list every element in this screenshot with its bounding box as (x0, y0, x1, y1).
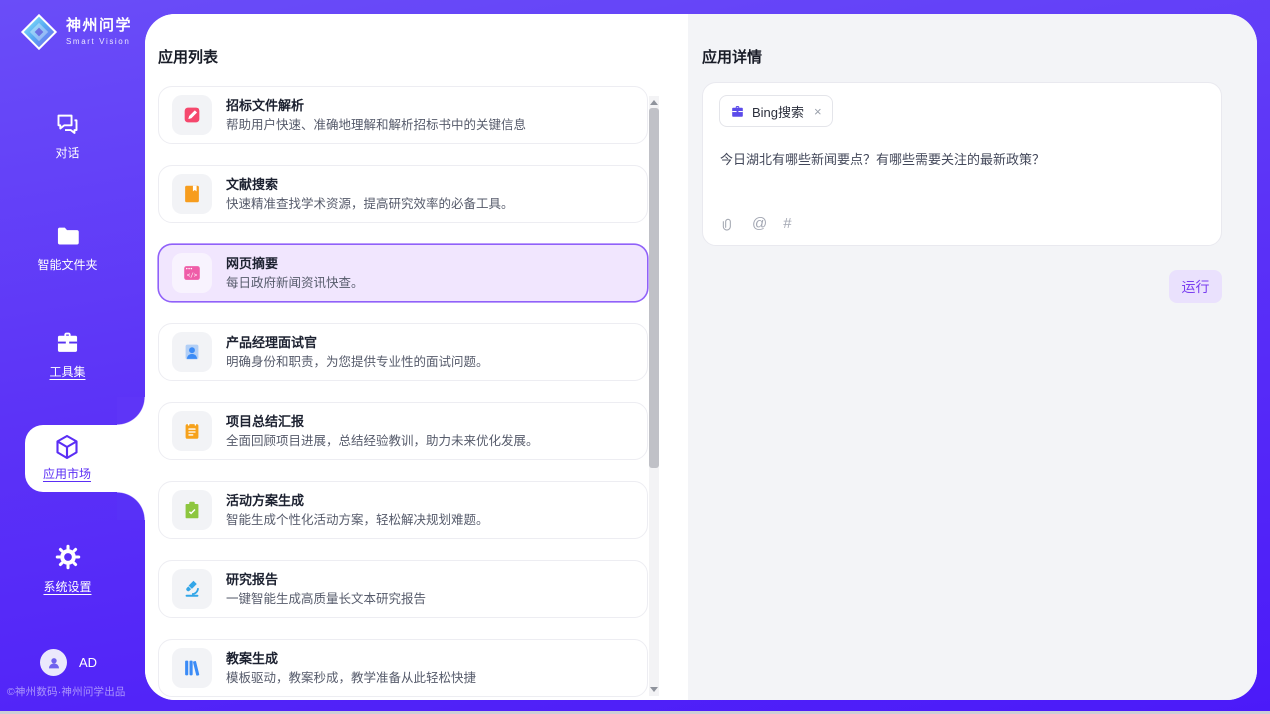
app-name: 教案生成 (226, 652, 476, 665)
app-description: 模板驱动，教案秒成，教学准备从此轻松快捷 (226, 672, 476, 685)
notepad-icon (181, 420, 203, 442)
book-icon (181, 183, 203, 205)
tag-close-icon[interactable]: × (814, 104, 822, 119)
user-account[interactable]: AD (40, 649, 97, 676)
app-description: 全面回顾项目进展，总结经验教训，助力未来优化发展。 (226, 435, 539, 448)
tool-tag-label: Bing搜索 (752, 102, 804, 121)
app-description: 每日政府新闻资讯快查。 (226, 277, 364, 290)
scrollbar-thumb[interactable] (649, 108, 659, 468)
app-description: 智能生成个性化活动方案，轻松解决规划难题。 (226, 514, 489, 527)
hash-icon[interactable]: # (783, 216, 791, 231)
app-card-event-plan[interactable]: 活动方案生成 智能生成个性化活动方案，轻松解决规划难题。 (158, 481, 648, 539)
app-name: 项目总结汇报 (226, 415, 539, 428)
brand-subtitle: Smart Vision (66, 37, 132, 46)
prompt-text[interactable]: 今日湖北有哪些新闻要点？有哪些需要关注的最新政策？ (720, 151, 1200, 169)
app-window: 神州问学 Smart Vision 对话 智能文件夹 工具集 应用市 (0, 0, 1270, 714)
prompt-toolbar: @ # (720, 215, 792, 232)
sidebar-item-app-market[interactable]: 应用市场 (25, 425, 145, 492)
app-icon-tile (172, 174, 212, 214)
run-button[interactable]: 运行 (1169, 270, 1222, 303)
app-card-bid-document-parsing[interactable]: 招标文件解析 帮助用户快速、准确地理解和解析招标书中的关键信息 (158, 86, 648, 144)
sidebar-item-label: 智能文件夹 (37, 256, 97, 273)
mention-icon[interactable]: @ (752, 216, 767, 231)
app-detail-title: 应用详情 (702, 46, 762, 67)
app-list-scrollbar[interactable] (649, 96, 659, 696)
app-name: 活动方案生成 (226, 494, 489, 507)
person-icon (46, 655, 62, 671)
app-card-webpage-summary[interactable]: </> 网页摘要 每日政府新闻资讯快查。 (158, 244, 648, 302)
user-name: AD (79, 655, 97, 670)
app-detail-pane: 应用详情 Bing搜索 × 今日湖北有哪些新闻要点？有哪些需要关注的最新政策？ (688, 14, 1257, 700)
app-description: 明确身份和职责，为您提供专业性的面试问题。 (226, 356, 489, 369)
sidebar-item-label: 应用市场 (43, 465, 91, 482)
app-icon-tile: </> (172, 253, 212, 293)
app-card-lesson-plan[interactable]: 教案生成 模板驱动，教案秒成，教学准备从此轻松快捷 (158, 639, 648, 697)
sidebar-item-toolset[interactable]: 工具集 (0, 329, 135, 381)
app-name: 文献搜索 (226, 178, 514, 191)
app-card-pm-interviewer[interactable]: 产品经理面试官 明确身份和职责，为您提供专业性的面试问题。 (158, 323, 648, 381)
gear-icon (54, 543, 82, 571)
app-card-research-report[interactable]: 研究报告 一键智能生成高质量长文本研究报告 (158, 560, 648, 618)
app-list: 招标文件解析 帮助用户快速、准确地理解和解析招标书中的关键信息 (158, 86, 648, 700)
svg-text:</>: </> (187, 273, 198, 279)
scrollbar-up-arrow-icon[interactable] (650, 100, 658, 105)
diamond-logo-icon (19, 12, 59, 52)
app-name: 招标文件解析 (226, 99, 526, 112)
app-icon-tile (172, 490, 212, 530)
app-name: 网页摘要 (226, 257, 364, 270)
microscope-icon (181, 578, 203, 600)
prompt-input-card[interactable]: Bing搜索 × 今日湖北有哪些新闻要点？有哪些需要关注的最新政策？ @ # (702, 82, 1222, 246)
app-icon-tile (172, 411, 212, 451)
tool-tag-bing-search[interactable]: Bing搜索 × (719, 95, 833, 127)
interviewer-icon (181, 341, 203, 363)
books-icon (181, 657, 203, 679)
app-name: 产品经理面试官 (226, 336, 489, 349)
toolbox-icon (54, 329, 81, 356)
brand-name: 神州问学 (66, 18, 132, 35)
app-card-project-summary[interactable]: 项目总结汇报 全面回顾项目进展，总结经验教训，助力未来优化发展。 (158, 402, 648, 460)
app-list-title: 应用列表 (158, 46, 218, 67)
attachment-icon[interactable] (720, 215, 736, 232)
app-list-pane: 应用列表 招标文件解析 帮助用户快速、准确地 (145, 14, 688, 700)
document-edit-icon (181, 104, 203, 126)
avatar (40, 649, 67, 676)
brand-logo: 神州问学 Smart Vision (19, 12, 132, 52)
sidebar-item-settings[interactable]: 系统设置 (0, 543, 135, 596)
app-icon-tile (172, 332, 212, 372)
app-icon-tile (172, 569, 212, 609)
webpage-code-icon: </> (181, 262, 203, 284)
sidebar-item-chat[interactable]: 对话 (0, 110, 135, 162)
app-icon-tile (172, 648, 212, 688)
main-container: 应用列表 招标文件解析 帮助用户快速、准确地 (145, 14, 1257, 700)
copyright-text: ©神州数码·神州问学出品 (7, 684, 147, 699)
app-description: 帮助用户快速、准确地理解和解析招标书中的关键信息 (226, 119, 526, 132)
cube-icon (52, 432, 82, 462)
folder-icon (54, 222, 81, 249)
chat-icon (54, 110, 81, 137)
sidebar-item-label: 对话 (55, 144, 79, 161)
app-card-literature-search[interactable]: 文献搜索 快速精准查找学术资源，提高研究效率的必备工具。 (158, 165, 648, 223)
briefcase-icon (730, 104, 745, 119)
clipboard-check-icon (181, 499, 203, 521)
app-description: 快速精准查找学术资源，提高研究效率的必备工具。 (226, 198, 514, 211)
sidebar-item-label: 系统设置 (43, 578, 91, 595)
app-description: 一键智能生成高质量长文本研究报告 (226, 593, 426, 606)
app-icon-tile (172, 95, 212, 135)
app-name: 研究报告 (226, 573, 426, 586)
sidebar-item-label: 工具集 (49, 363, 85, 380)
sidebar-item-smart-folder[interactable]: 智能文件夹 (0, 222, 135, 274)
scrollbar-down-arrow-icon[interactable] (650, 687, 658, 692)
